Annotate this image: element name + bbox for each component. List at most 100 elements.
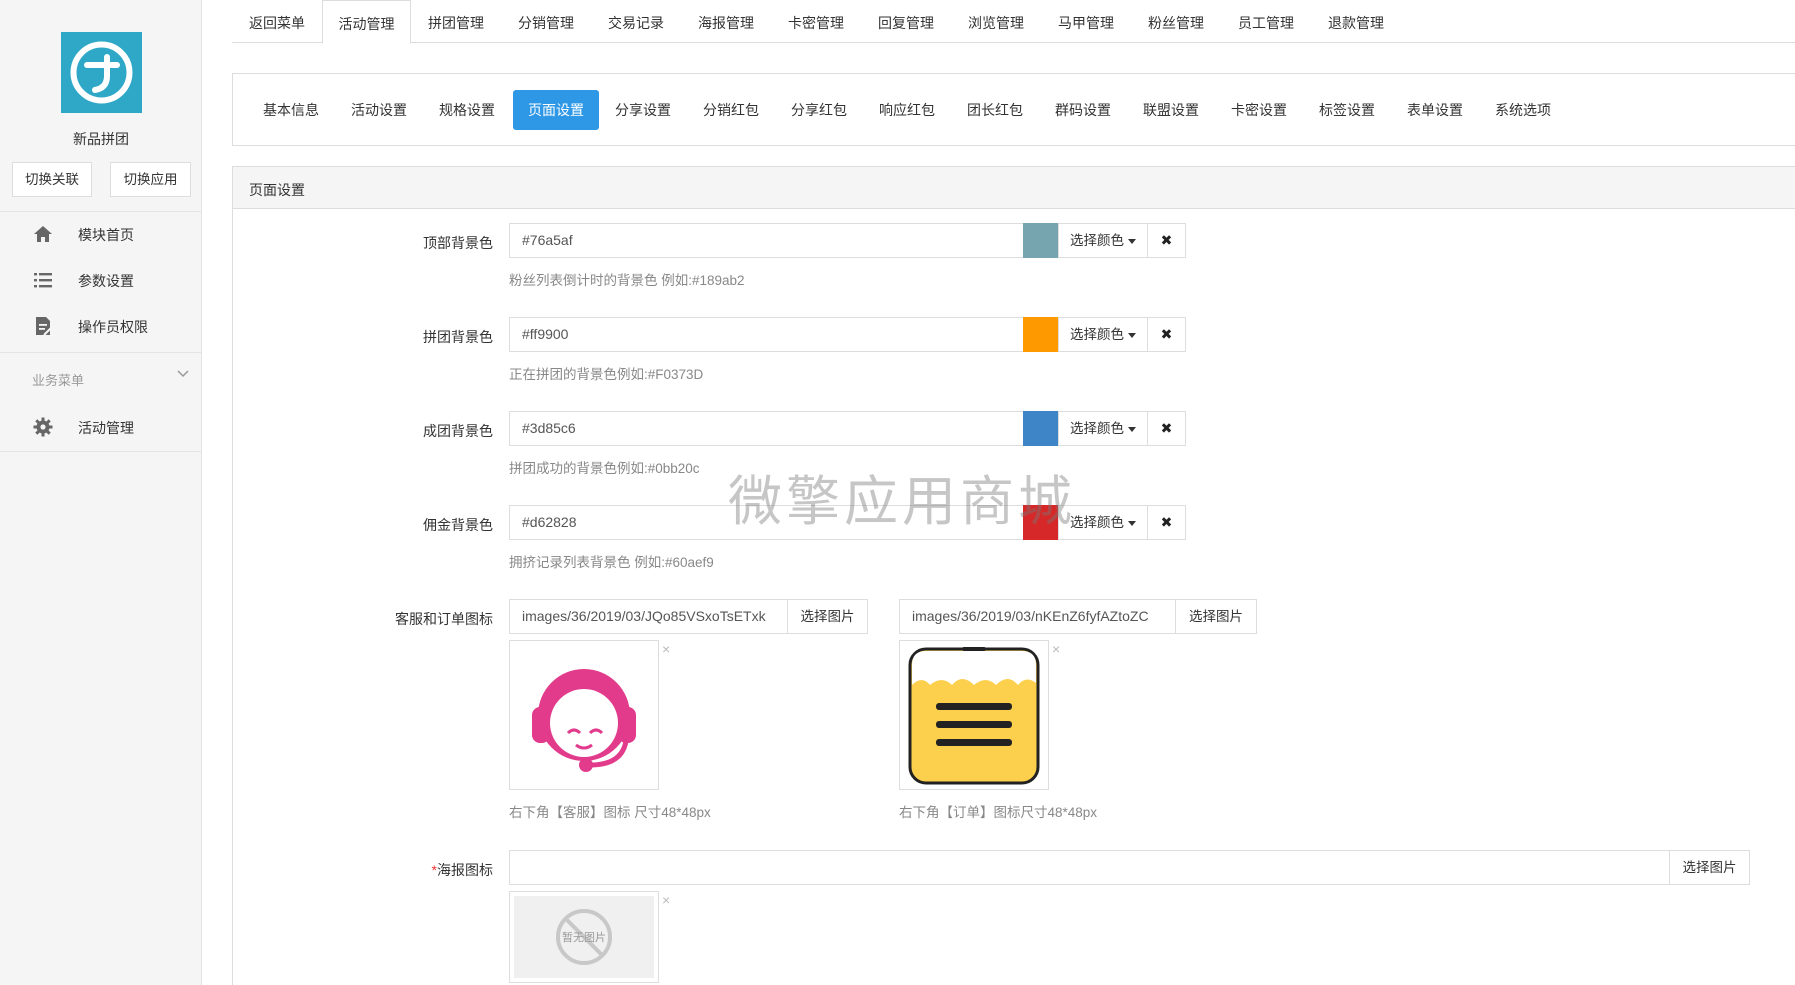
pick-color-label: 选择颜色 [1070,515,1124,530]
page-settings-panel: 页面设置 顶部背景色 #76a5af 选择颜色 ✖ 粉丝列表倒计时的背景色 例如… [232,166,1795,985]
tab-system-options[interactable]: 系统选项 [1480,90,1566,130]
tab-reply-management[interactable]: 回复管理 [861,0,951,44]
tab-alliance-settings[interactable]: 联盟设置 [1128,90,1214,130]
divider [0,451,202,452]
no-image-placeholder: 暂无图片 [514,896,654,978]
group-bg-help: 正在拼团的背景色例如:#F0373D [509,367,704,382]
tab-vest-management[interactable]: 马甲管理 [1041,0,1131,44]
tab-basic-info[interactable]: 基本信息 [248,90,334,130]
top-bg-color-label: 顶部背景色 [423,235,493,251]
chevron-down-icon[interactable] [176,367,190,381]
tab-share-settings[interactable]: 分享设置 [600,90,686,130]
tab-leader-redpacket[interactable]: 团长红包 [952,90,1038,130]
tab-group-management[interactable]: 拼团管理 [411,0,501,44]
sidebar: 新品拼团 切换关联 切换应用 模块首页 参数设置 操作员权限 业务菜单 活动管理 [0,0,202,985]
sidebar-item-params[interactable]: 参数设置 [0,260,202,300]
app-logo [61,32,142,113]
pick-color-label: 选择颜色 [1070,327,1124,342]
tab-browse-management[interactable]: 浏览管理 [951,0,1041,44]
tab-fans-management[interactable]: 粉丝管理 [1131,0,1221,44]
tab-form-settings[interactable]: 表单设置 [1392,90,1478,130]
sidebar-item-label: 操作员权限 [78,319,148,335]
service-icon-remove-button[interactable]: × [662,641,670,657]
home-icon [32,223,54,245]
pick-color-label: 选择颜色 [1070,233,1124,248]
tab-activity-settings[interactable]: 活动设置 [336,90,422,130]
tab-response-redpacket[interactable]: 响应红包 [864,90,950,130]
panel-title: 页面设置 [249,182,305,198]
business-menu-title: 业务菜单 [32,373,85,388]
success-bg-pick-color-button[interactable]: 选择颜色 [1058,411,1148,446]
service-order-icon-label: 客服和订单图标 [395,611,493,627]
commission-bg-help: 拥挤记录列表背景色 例如:#60aef9 [509,555,714,570]
order-icon-remove-button[interactable]: × [1052,641,1060,657]
top-bg-help: 粉丝列表倒计时的背景色 例如:#189ab2 [509,273,745,288]
tab-group-qrcode-settings[interactable]: 群码设置 [1040,90,1126,130]
top-bg-pick-color-button[interactable]: 选择颜色 [1058,223,1148,258]
order-icon-help: 右下角【订单】图标尺寸48*48px [899,805,1098,820]
caret-down-icon [1128,332,1136,338]
tab-poster-management[interactable]: 海报管理 [681,0,771,44]
tab-refund-management[interactable]: 退款管理 [1311,0,1401,44]
divider [0,211,202,212]
sidebar-item-activity-management[interactable]: 活动管理 [0,407,202,447]
tab-tag-settings[interactable]: 标签设置 [1304,90,1390,130]
switch-app-button[interactable]: 切换应用 [110,162,191,197]
group-bg-color-swatch[interactable] [1023,317,1058,352]
poster-icon-path-input[interactable] [509,850,1670,885]
order-icon-preview [899,640,1049,790]
poster-icon-preview: 暂无图片 [509,891,659,983]
top-bg-color-swatch[interactable] [1023,223,1058,258]
no-image-text: 暂无图片 [562,932,606,944]
service-icon-choose-button[interactable]: 选择图片 [787,599,868,634]
sidebar-item-label: 模块首页 [78,227,134,243]
success-bg-clear-button[interactable]: ✖ [1147,411,1186,446]
tab-card-code-settings[interactable]: 卡密设置 [1216,90,1302,130]
group-bg-clear-button[interactable]: ✖ [1147,317,1186,352]
success-bg-color-label: 成团背景色 [423,423,493,439]
group-bg-pick-color-button[interactable]: 选择颜色 [1058,317,1148,352]
commission-bg-clear-button[interactable]: ✖ [1147,505,1186,540]
caret-down-icon [1128,238,1136,244]
list-icon [32,269,54,291]
tab-back-menu[interactable]: 返回菜单 [232,0,322,44]
order-icon-path-input[interactable]: images/36/2019/03/nKEnZ6fyfAZtoZC [899,599,1176,634]
pick-color-label: 选择颜色 [1070,421,1124,436]
sidebar-item-module-home[interactable]: 模块首页 [0,214,202,254]
group-bg-color-label: 拼团背景色 [423,329,493,345]
tab-page-settings[interactable]: 页面设置 [513,90,599,130]
sidebar-item-label: 活动管理 [78,420,134,436]
service-icon-path-input[interactable]: images/36/2019/03/JQo85VSxoTsETxk [509,599,788,634]
switch-association-button[interactable]: 切换关联 [12,162,92,197]
sidebar-item-operator-permissions[interactable]: 操作员权限 [0,306,202,346]
group-bg-color-input[interactable]: #ff9900 [509,317,1023,352]
success-bg-color-input[interactable]: #3d85c6 [509,411,1023,446]
success-bg-color-swatch[interactable] [1023,411,1058,446]
poster-icon-label: *海报图标 [233,860,493,880]
tab-share-redpacket[interactable]: 分享红包 [776,90,862,130]
document-icon [32,315,54,337]
caret-down-icon [1128,520,1136,526]
tab-distribution-management[interactable]: 分销管理 [501,0,591,44]
app-name: 新品拼团 [73,131,129,147]
divider [0,352,202,353]
order-icon [908,647,1040,785]
panel-header: 页面设置 [233,167,1795,209]
watermark: 微擎应用商城 [728,470,1076,533]
tab-transactions[interactable]: 交易记录 [591,0,681,44]
gear-icon [32,416,54,438]
poster-icon-remove-button[interactable]: × [662,892,670,908]
poster-icon-label-text: 海报图标 [437,862,493,878]
tab-spec-settings[interactable]: 规格设置 [424,90,510,130]
tab-distribution-redpacket[interactable]: 分销红包 [688,90,774,130]
tab-staff-management[interactable]: 员工管理 [1221,0,1311,44]
service-icon-preview [509,640,659,790]
poster-icon-choose-button[interactable]: 选择图片 [1669,850,1750,885]
tab-activity-management[interactable]: 活动管理 [322,0,411,44]
order-icon-choose-button[interactable]: 选择图片 [1175,599,1257,634]
settings-subnav: 基本信息 活动设置 规格设置 页面设置 分享设置 分销红包 分享红包 响应红包 … [232,73,1795,146]
service-icon-help: 右下角【客服】图标 尺寸48*48px [509,805,711,820]
tab-card-code-management[interactable]: 卡密管理 [771,0,861,44]
top-bg-color-input[interactable]: #76a5af [509,223,1023,258]
top-bg-clear-button[interactable]: ✖ [1147,223,1186,258]
